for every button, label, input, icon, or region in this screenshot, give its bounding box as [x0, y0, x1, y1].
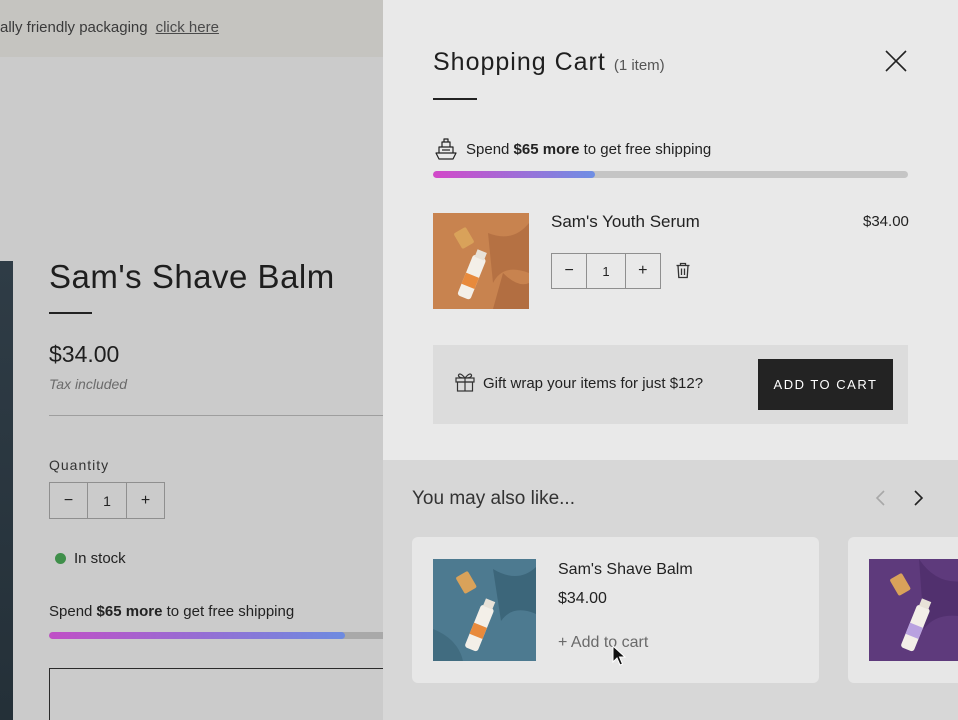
recommended-product-price: $34.00 [558, 590, 607, 607]
quantity-stepper: − 1 + [49, 482, 165, 519]
title-underline [49, 312, 92, 314]
chevron-left-icon[interactable] [873, 488, 889, 508]
product-price: $34.00 [49, 341, 120, 367]
progress-fill [49, 632, 345, 639]
recommended-product-image[interactable] [869, 559, 958, 661]
announcement-message: ally friendly packaging [0, 19, 148, 36]
quantity-label: Quantity [49, 457, 110, 473]
cart-title: Shopping Cart [433, 48, 606, 76]
product-shipping-progress [49, 632, 389, 639]
cart-heading: Shopping Cart (1 item) [433, 48, 665, 77]
quantity-input[interactable]: 1 [87, 483, 127, 518]
recommendations-section: You may also like... Sam's Shave Balm $3… [383, 460, 958, 720]
cart-item-quantity-input[interactable]: 1 [586, 254, 626, 288]
ship-icon [435, 138, 457, 160]
product-image-edge [0, 261, 13, 720]
product-title: Sam's Shave Balm [49, 258, 335, 295]
cart-item-name[interactable]: Sam's Youth Serum [551, 212, 700, 232]
product-shipping-message: Spend $65 more to get free shipping [49, 603, 294, 620]
quantity-increase-button[interactable]: + [127, 483, 164, 518]
cart-item-image[interactable] [433, 213, 529, 309]
shipping-suffix: to get free shipping [162, 603, 295, 620]
stock-indicator-dot [55, 553, 66, 564]
serum-product-image [433, 213, 529, 309]
recommended-product-card: Sam's Shave Balm $34.00 + Add to cart [412, 537, 819, 683]
shipping-amount: $65 more [96, 603, 163, 620]
cart-drawer: Shopping Cart (1 item) Spend $65 more to … [383, 0, 958, 720]
shave-balm-product-image [433, 559, 536, 661]
recommended-product-card [848, 537, 958, 683]
recommended-product-image[interactable] [433, 559, 536, 661]
gift-wrap-offer: Gift wrap your items for just $12? ADD T… [433, 345, 908, 424]
shipping-suffix: to get free shipping [579, 141, 712, 158]
progress-fill [433, 171, 595, 178]
purple-product-image [869, 559, 958, 661]
cart-item-decrease-button[interactable]: − [552, 254, 586, 288]
free-shipping-message: Spend $65 more to get free shipping [466, 141, 711, 158]
cart-item-increase-button[interactable]: + [626, 254, 660, 288]
recommended-product-name[interactable]: Sam's Shave Balm [558, 561, 693, 579]
announcement-link[interactable]: click here [156, 19, 219, 36]
close-button[interactable] [883, 48, 909, 74]
divider [49, 415, 389, 416]
announcement-text: ally friendly packaging click here [0, 19, 219, 36]
add-to-cart-area[interactable] [49, 668, 389, 720]
close-icon [885, 50, 907, 72]
quantity-decrease-button[interactable]: − [50, 483, 87, 518]
tax-note: Tax included [49, 376, 128, 392]
gift-wrap-text: Gift wrap your items for just $12? [483, 375, 704, 392]
gift-icon [455, 373, 475, 392]
shipping-prefix: Spend [49, 603, 97, 620]
gift-wrap-add-button[interactable]: ADD TO CART [758, 359, 893, 410]
trash-icon[interactable] [675, 262, 691, 279]
title-underline [433, 98, 477, 100]
recommendations-title: You may also like... [412, 488, 575, 509]
chevron-right-icon[interactable] [910, 488, 926, 508]
shipping-amount: $65 more [513, 141, 580, 158]
free-shipping-progress [433, 171, 908, 178]
cart-item-quantity-stepper: − 1 + [551, 253, 661, 289]
stock-status: In stock [74, 550, 126, 567]
cart-item-price: $34.00 [863, 213, 909, 230]
shipping-prefix: Spend [466, 141, 514, 158]
cart-item-count: (1 item) [613, 57, 665, 74]
recommended-add-to-cart-link[interactable]: + Add to cart [558, 634, 648, 652]
